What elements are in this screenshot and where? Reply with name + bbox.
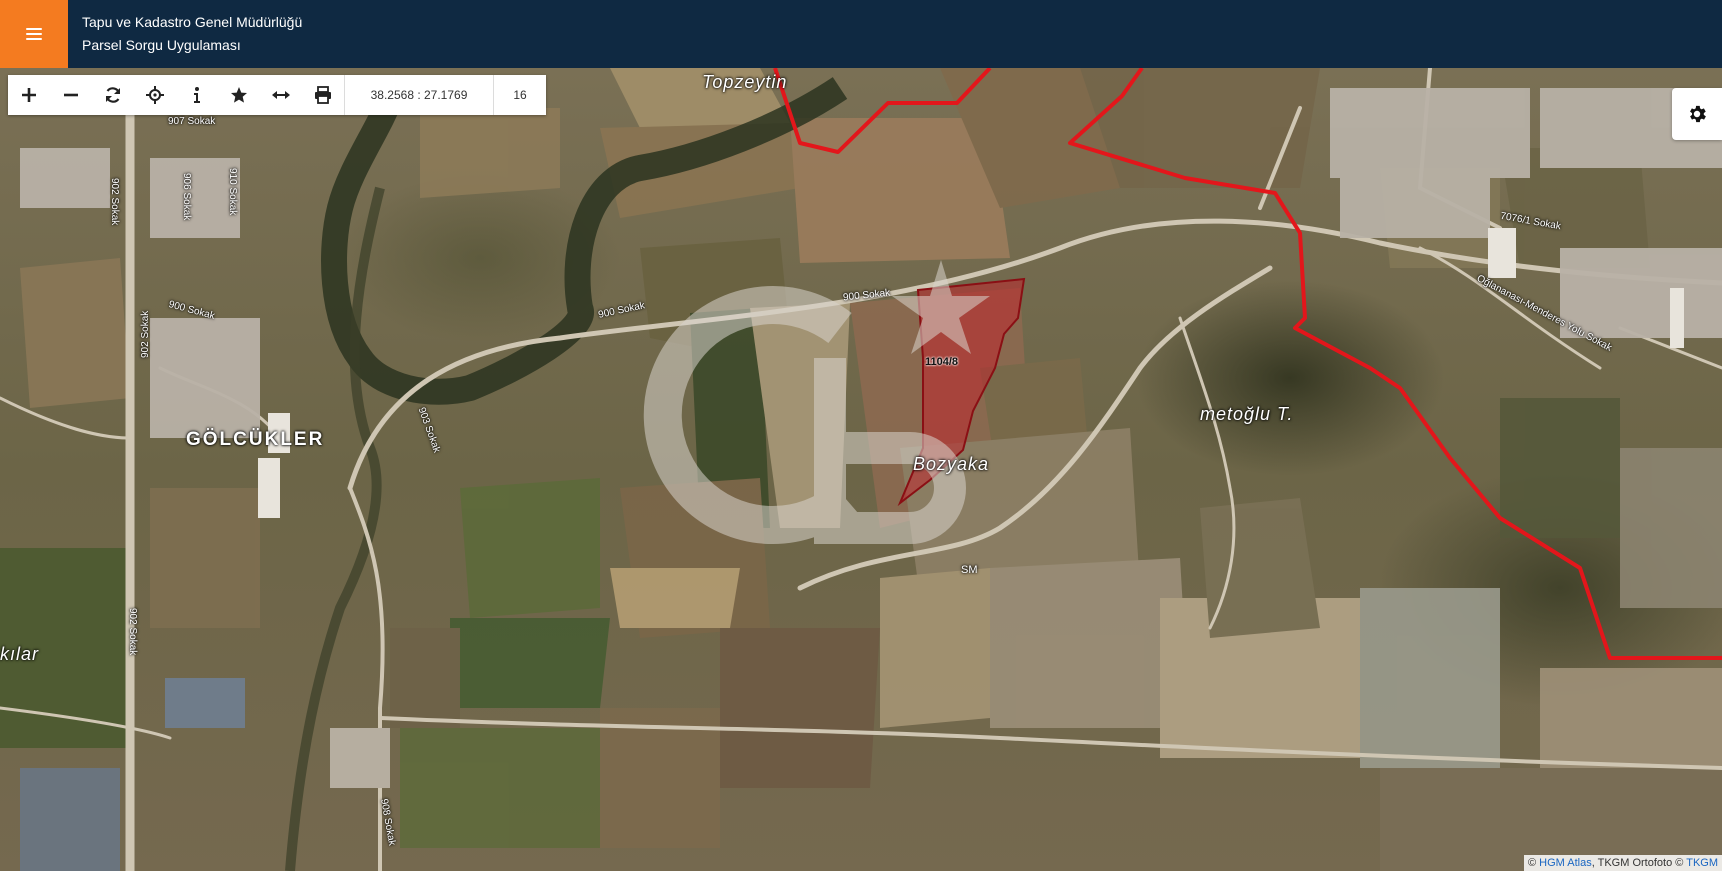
measure-button[interactable]	[260, 75, 302, 115]
map-attribution: © HGM Atlas, TKGM Ortofoto © TKGM	[1523, 855, 1722, 871]
info-icon	[194, 87, 200, 103]
menu-button[interactable]	[0, 0, 68, 68]
app-title: Tapu ve Kadastro Genel Müdürlüğü Parsel …	[82, 11, 302, 57]
star-icon	[231, 87, 247, 103]
place-label-topzeytin: Topzeytin	[702, 72, 788, 92]
locate-button[interactable]	[134, 75, 176, 115]
place-label-kilar: kılar	[0, 644, 40, 664]
refresh-button[interactable]	[92, 75, 134, 115]
place-label-golcukler: GÖLCÜKLER	[186, 429, 325, 450]
road-label: 902 Sokak	[109, 178, 120, 226]
place-label-metoglu: metoğlu T.	[1200, 404, 1294, 424]
road-label: 910 Sokak	[227, 168, 238, 216]
road-label: 906 Sokak	[181, 173, 192, 221]
measure-icon	[272, 91, 290, 99]
tkgm-link[interactable]: TKGM	[1686, 857, 1718, 869]
zoom-level-display: 16	[493, 75, 546, 115]
hamburger-icon	[26, 28, 42, 40]
coordinate-display: 38.2568 : 27.1769	[344, 75, 493, 115]
favorite-button[interactable]	[218, 75, 260, 115]
parcel-label[interactable]: 1104/8	[925, 356, 958, 368]
map-toolbar: 38.2568 : 27.1769 16	[8, 75, 546, 115]
app-header: Tapu ve Kadastro Genel Müdürlüğü Parsel …	[0, 0, 1722, 68]
zoom-out-button[interactable]	[50, 75, 92, 115]
hgm-atlas-link[interactable]: HGM Atlas	[1539, 857, 1592, 869]
place-label-bozyaka: Bozyaka	[913, 454, 990, 474]
agency-title: Tapu ve Kadastro Genel Müdürlüğü	[82, 14, 303, 30]
attribution-middle: , TKGM Ortofoto ©	[1591, 857, 1684, 869]
attribution-prefix: ©	[1527, 857, 1537, 869]
road-label: 902 Sokak	[140, 310, 151, 358]
zoom-in-icon	[22, 88, 36, 102]
road-label: 902 Sokak	[127, 608, 138, 656]
map-view[interactable]: Topzeytin GÖLCÜKLER Bozyaka metoğlu T. k…	[0, 68, 1722, 871]
map-imagery	[0, 68, 1722, 871]
print-icon	[315, 86, 331, 104]
zoom-out-icon	[64, 93, 78, 97]
refresh-icon	[105, 87, 121, 103]
zoom-in-button[interactable]	[8, 75, 50, 115]
app-subtitle: Parsel Sorgu Uygulaması	[82, 37, 241, 53]
gear-icon	[1690, 105, 1706, 123]
locate-icon	[146, 86, 164, 104]
settings-button[interactable]	[1672, 88, 1722, 140]
info-button[interactable]	[176, 75, 218, 115]
road-label: 907 Sokak	[168, 116, 216, 127]
print-button[interactable]	[302, 75, 344, 115]
sm-label: SM	[961, 564, 978, 576]
